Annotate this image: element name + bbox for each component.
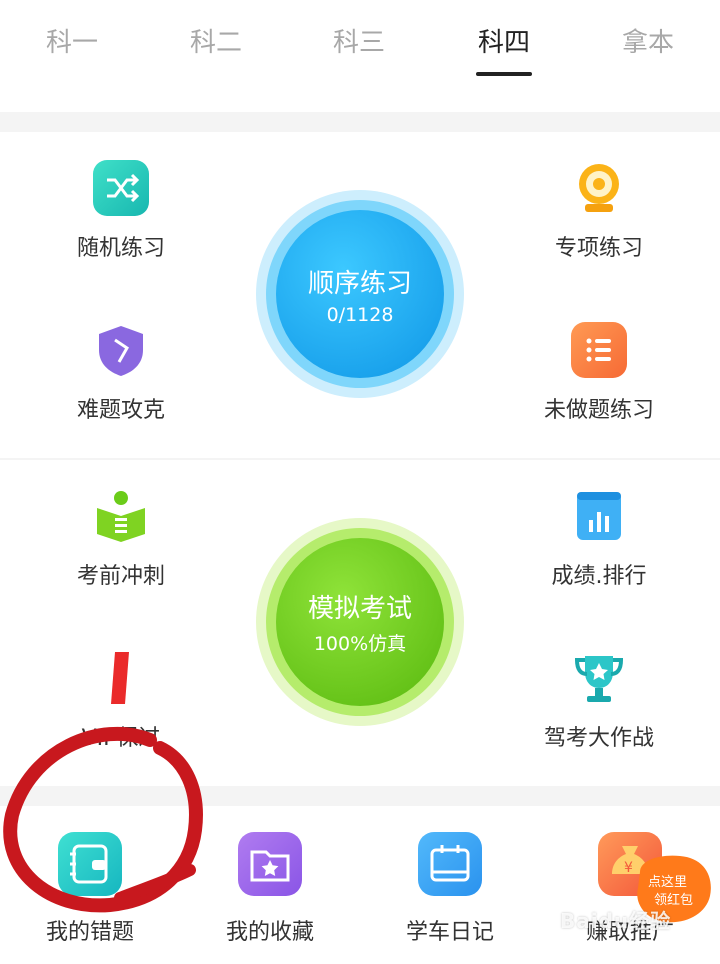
tab-subject-4[interactable]: 科四	[478, 22, 530, 59]
app-page: 科一 科二 科三 科四 拿本 随机练习 专项练习 难题攻克 未做题练习 顺序练习…	[0, 0, 720, 964]
driving-diary-label: 学车日记	[405, 920, 494, 945]
svg-text:点这里: 点这里	[648, 874, 687, 890]
sequential-practice-title: 顺序练习	[307, 268, 412, 299]
practice-panel: 随机练习 专项练习 难题攻克 未做题练习 顺序练习 0/1128	[0, 132, 720, 458]
exam-sprint-label: 考前冲刺	[76, 564, 165, 589]
exam-panel: 考前冲刺 成绩.排行 VIP保过 驾考大作战 模拟考试 100%仿真	[0, 460, 720, 786]
subject-tabs: 科一 科二 科三 科四 拿本	[0, 0, 720, 78]
ranking-button[interactable]: 成绩.排行	[519, 488, 679, 590]
sequential-practice-progress: 0/1128	[326, 303, 394, 326]
random-practice-button[interactable]: 随机练习	[41, 160, 201, 262]
special-practice-button[interactable]: 专项练习	[519, 160, 679, 262]
active-tab-indicator	[476, 72, 532, 76]
vip-pass-button[interactable]: VIP保过	[41, 650, 201, 752]
sequential-practice-button[interactable]: 顺序练习 0/1128	[276, 210, 444, 378]
undone-practice-button[interactable]: 未做题练习	[519, 322, 679, 424]
undone-practice-label: 未做题练习	[543, 398, 654, 423]
mock-exam-button[interactable]: 模拟考试 100%仿真	[276, 538, 444, 706]
mock-exam-title: 模拟考试	[307, 594, 412, 624]
baidu-watermark: Baidu经验	[560, 909, 672, 933]
driving-battle-button[interactable]: 驾考大作战	[519, 650, 679, 752]
notebook-icon	[58, 832, 122, 896]
shield-icon	[93, 322, 149, 378]
tab-license[interactable]: 拿本	[622, 22, 674, 59]
my-favorites-button[interactable]: 我的收藏	[200, 832, 340, 946]
scrolled-menu-strip	[0, 78, 720, 112]
my-favorites-label: 我的收藏	[225, 920, 314, 945]
my-mistakes-label: 我的错题	[45, 920, 134, 945]
ranking-label: 成绩.排行	[551, 564, 647, 589]
driving-diary-button[interactable]: 学车日记	[380, 832, 520, 946]
my-mistakes-button[interactable]: 我的错题	[20, 832, 160, 946]
list-icon	[571, 322, 627, 378]
shortcuts-panel: 我的错题 我的收藏 学车日记 ¥ 赚取推广	[0, 806, 720, 964]
calendar-icon	[418, 832, 482, 896]
bar-chart-book-icon	[571, 488, 627, 544]
special-practice-label: 专项练习	[554, 236, 643, 261]
book-reader-icon	[93, 488, 149, 544]
vip-pass-label: VIP保过	[81, 726, 161, 751]
tab-subject-1[interactable]: 科一	[46, 22, 98, 59]
vip-tag-icon	[93, 650, 149, 706]
mock-exam-subtitle: 100%仿真	[313, 633, 407, 655]
exam-sprint-button[interactable]: 考前冲刺	[41, 488, 201, 590]
hard-question-label: 难题攻克	[76, 398, 165, 423]
tab-subject-2[interactable]: 科二	[190, 22, 242, 59]
driving-battle-label: 驾考大作战	[543, 726, 654, 751]
tab-subject-3[interactable]: 科三	[333, 22, 385, 59]
target-icon	[571, 160, 627, 216]
star-folder-icon	[238, 832, 302, 896]
trophy-icon	[571, 650, 627, 706]
hard-question-button[interactable]: 难题攻克	[41, 322, 201, 424]
shuffle-icon	[93, 160, 149, 216]
random-practice-label: 随机练习	[76, 236, 165, 261]
